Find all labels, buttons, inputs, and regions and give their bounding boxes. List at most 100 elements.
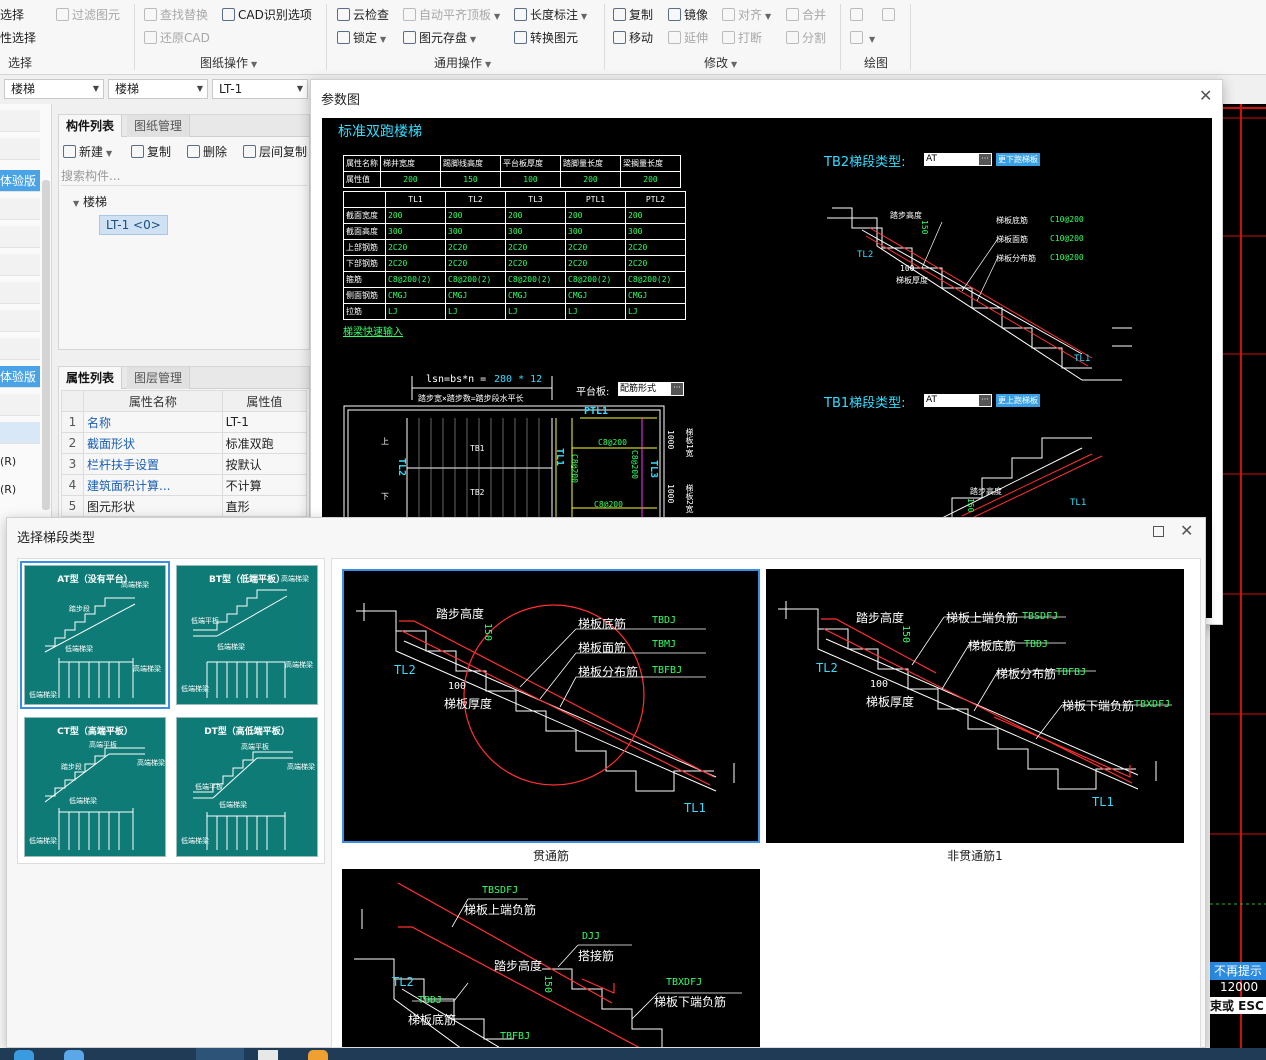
sidebar-item[interactable] [0,310,40,332]
save-elements-button[interactable]: 图元存盘 ▼ [403,29,476,49]
prop-value[interactable]: LT-1 [221,411,308,433]
table-row[interactable]: 4 建筑面积计算... 不计算 [61,474,308,496]
sidebar-scrollbar[interactable] [42,180,50,510]
stair-type-bt[interactable]: BT型（低端平板） 高端梯梁 低端平板 低端梯梁 高端梯梁 低端梯梁 [176,565,318,705]
stair-type-ct[interactable]: CT型（高端平板） 高端平板 踏步段 高端梯梁 低端梯梁 低端梯梁 [24,717,166,857]
arc-icon [850,31,863,44]
option-annotation: TL2 [392,975,414,989]
tb2-rebar-value[interactable]: C10@200 [1050,234,1084,243]
restore-cad-button[interactable]: 还原CAD [144,29,210,47]
split-button[interactable]: 分割 [786,29,826,47]
taskbar-app-active[interactable] [196,1048,244,1060]
option-caption[interactable]: 非贯通筋1 [766,847,1184,864]
prop-value[interactable]: 标准双跑 [221,432,308,454]
taskbar-app-icon[interactable] [64,1050,84,1060]
plan-tl2-label[interactable]: TL2 [396,458,407,476]
rebar-option-non-through-2[interactable]: TBSDFJ 梯板上端负筋 DJJ 搭接筋 踏步高度 150 TBXDFJ 梯板… [342,869,760,1047]
cad-options-button[interactable]: CAD识别选项 [222,6,312,24]
stair-type-dt[interactable]: DT型（高低端平板） 高端平板 低端平板 高端梯梁 低端梯梁 低端梯梁 [176,717,318,857]
sidebar-item[interactable] [0,394,40,416]
general-ops-label[interactable]: 通用操作 ▼ [434,54,491,71]
close-icon[interactable]: ✕ [1180,521,1193,540]
modify-group-label[interactable]: 修改 ▼ [704,54,737,71]
sidebar-item[interactable] [0,198,40,220]
option-code: TBSDFJ [482,885,519,896]
draw-arc-button[interactable]: ▼ [850,29,875,49]
new-button[interactable]: 新建 ▼ [63,143,112,163]
tb2-type-select[interactable]: AT ··· [924,153,992,166]
copy-button[interactable]: 复制 [613,6,653,24]
tree-root-stairs[interactable]: ▼ 楼梯 [73,193,107,210]
tab-property-list[interactable]: 属性列表 [59,367,123,389]
prop-name: 建筑面积计算... [83,474,223,496]
tab-layer-manage[interactable]: 图层管理 [127,367,191,389]
tab-drawing-manage[interactable]: 图纸管理 [127,115,191,137]
convert-elements-button[interactable]: 转换图元 [514,29,578,47]
sidebar-item[interactable] [0,338,40,360]
align-button[interactable]: 对齐 ▼ [722,6,771,26]
stair-type-at[interactable]: AT型（没有平台） 高端梯梁 踏步段 低端梯梁 高端梯梁 低端梯梁 [24,565,166,705]
option-caption[interactable]: 贯通筋 [342,847,760,864]
extend-button[interactable]: 延伸 [668,29,708,47]
property-select-button[interactable]: 性选择 [0,29,36,47]
sidebar-trial-badge[interactable]: 体验版 [0,170,40,192]
prop-value[interactable]: 直形 [221,495,308,517]
sidebar-item[interactable] [0,226,40,248]
plan-tl3-label[interactable]: TL3 [648,460,659,478]
find-replace-button[interactable]: 查找替换 [144,6,208,24]
auto-align-button[interactable]: 自动平齐顶板 ▼ [403,6,500,26]
prop-value[interactable]: 不计算 [221,474,308,496]
draw-rect-button[interactable] [882,6,898,24]
move-button[interactable]: 移动 [613,29,653,47]
delete-button[interactable]: 删除 [187,143,227,161]
copy-component-button[interactable]: 复制 [131,143,171,161]
taskbar-app-icon[interactable] [308,1050,328,1060]
plan-ptl1-label[interactable]: PTL1 [584,406,608,417]
maximize-icon[interactable] [1153,526,1164,537]
table-row[interactable]: 5 图元形状 直形 [61,495,308,517]
sidebar-item[interactable] [0,110,40,132]
tree-item-lt1[interactable]: LT-1 <0> [99,215,168,235]
close-icon[interactable]: ✕ [1199,86,1212,105]
tb2-rebar-value[interactable]: C10@200 [1050,215,1084,224]
tb2-apply-button[interactable]: 更下跑梯板 [996,153,1040,166]
type-select[interactable]: 楼梯 ▼ [108,79,208,99]
table-row[interactable]: 3 栏杆扶手设置 按默认 [61,453,308,475]
break-button[interactable]: 打断 [722,29,762,47]
component-search-input[interactable]: 搜索构件... [61,166,307,186]
taskbar-app-icon[interactable] [258,1050,278,1060]
tb1-apply-button[interactable]: 更上跑梯板 [996,394,1040,407]
tb1-type-select[interactable]: AT ··· [924,394,992,407]
plan-rebar-label[interactable]: C8@200 [630,450,639,479]
lock-button[interactable]: 锁定 ▼ [337,29,386,49]
rebar-option-non-through-1[interactable]: 踏步高度 150 梯板上端负筋 TBSDFJ 梯板底筋 TBDJ 梯板分布筋 T… [766,569,1184,843]
sidebar-item[interactable] [0,138,40,160]
draw-line-button[interactable] [850,6,866,24]
taskbar-app-icon[interactable] [14,1050,34,1060]
floor-copy-button[interactable]: 层间复制 [243,143,307,161]
table-row[interactable]: 2 截面形状 标准双跑 [61,432,308,454]
merge-button[interactable]: 合并 [786,6,826,24]
tb2-rebar-value[interactable]: C10@200 [1050,253,1084,262]
sidebar-item-selected[interactable] [0,422,40,444]
tab-component-list[interactable]: 构件列表 [59,115,123,137]
drawing-ops-label[interactable]: 图纸操作 ▼ [200,54,257,71]
category-select[interactable]: 楼梯 ▼ [4,79,104,99]
dismiss-tip-button[interactable]: 不再提示 [1210,962,1266,980]
rebar-option-through[interactable]: 踏步高度 150 梯板底筋 TBDJ 梯板面筋 TBMJ 梯板分布筋 TBFBJ… [342,569,760,843]
component-select[interactable]: LT-1 ▼ [212,79,308,99]
plan-rebar-label[interactable]: C8@200 [594,500,623,509]
table-row[interactable]: 1 名称 LT-1 [61,411,308,433]
plan-rebar-label[interactable]: C8@200 [570,454,579,483]
prop-value[interactable]: 按默认 [221,453,308,475]
filter-elements-button[interactable]: 过滤图元 [56,6,120,24]
plan-rebar-label[interactable]: C8@200 [598,438,627,447]
mirror-button[interactable]: 镜像 [668,6,708,24]
select-button[interactable]: 选择 [0,6,24,24]
sidebar-item[interactable] [0,254,40,276]
sidebar-item[interactable] [0,282,40,304]
cloud-check-button[interactable]: 云检查 [337,6,389,24]
length-dim-button[interactable]: 长度标注 ▼ [514,6,587,26]
plan-tl1-label[interactable]: TL1 [554,448,565,466]
sidebar-trial-badge[interactable]: 体验版 [0,366,40,388]
